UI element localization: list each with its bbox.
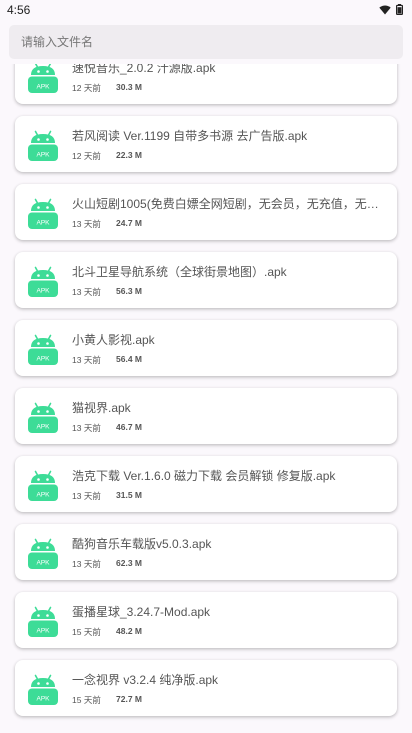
apk-file-icon: APK	[28, 198, 58, 229]
file-time: 13 天前	[72, 559, 101, 569]
apk-icon-label: APK	[36, 84, 50, 91]
file-time: 12 天前	[72, 83, 101, 93]
file-card[interactable]: APK 火山短剧1005(免费白嫖全网短剧，无会员，无充值，无广告).apk 13 …	[15, 184, 397, 240]
apk-file-icon: APK	[28, 334, 58, 365]
file-time: 13 天前	[72, 491, 101, 501]
file-name: 浩克下载 Ver.1.6.0 磁力下载 会员解锁 修复版.apk	[72, 469, 336, 483]
apk-icon-label: APK	[36, 696, 50, 703]
file-size: 24.7 M	[116, 218, 142, 228]
file-time: 13 天前	[72, 219, 101, 229]
apk-icon-label: APK	[36, 356, 50, 363]
search-bar	[0, 20, 412, 64]
apk-file-icon: APK	[28, 130, 58, 161]
file-name: 酷狗音乐车载版v5.0.3.apk	[72, 537, 212, 551]
battery-icon	[396, 4, 403, 15]
file-time: 15 天前	[72, 627, 101, 637]
file-size: 30.3 M	[116, 82, 142, 92]
file-time: 13 天前	[72, 355, 101, 365]
apk-file-icon: APK	[28, 538, 58, 569]
file-card[interactable]: APK 若风阅读 Ver.1199 自带多书源 去广告版.apk 12 天前 22.3…	[15, 116, 397, 172]
file-card[interactable]: APK 蛋播星球_3.24.7-Mod.apk 15 天前 48.2 M	[15, 592, 397, 648]
file-time: 13 天前	[72, 423, 101, 433]
wifi-icon	[379, 5, 391, 14]
file-card[interactable]: APK 一念视界 v3.2.4 纯净版.apk 15 天前 72.7 M	[15, 660, 397, 716]
file-size: 48.2 M	[116, 626, 142, 636]
apk-file-icon: APK	[28, 470, 58, 501]
file-card[interactable]: APK 浩克下载 Ver.1.6.0 磁力下载 会员解锁 修复版.apk 13 天前…	[15, 456, 397, 512]
apk-icon-label: APK	[36, 152, 50, 159]
file-size: 72.7 M	[116, 694, 142, 704]
file-size: 56.4 M	[116, 354, 142, 364]
apk-file-icon: APK	[28, 606, 58, 637]
apk-icon-label: APK	[36, 220, 50, 227]
file-name: 火山短剧1005(免费白嫖全网短剧，无会员，无充值，无广告).apk	[72, 197, 390, 211]
apk-file-icon: APK	[28, 674, 58, 705]
file-name: 蛋播星球_3.24.7-Mod.apk	[72, 605, 211, 619]
file-size: 62.3 M	[116, 558, 142, 568]
apk-icon-label: APK	[36, 560, 50, 567]
file-name: 小黄人影视.apk	[72, 333, 155, 347]
apk-icon-label: APK	[36, 288, 50, 295]
file-time: 15 天前	[72, 695, 101, 705]
file-size: 31.5 M	[116, 490, 142, 500]
apk-icon-label: APK	[36, 492, 50, 499]
file-time: 12 天前	[72, 151, 101, 161]
file-card[interactable]: APK 北斗卫星导航系统（全球街景地图）.apk 13 天前 56.3 M	[15, 252, 397, 308]
file-name: 一念视界 v3.2.4 纯净版.apk	[72, 673, 219, 687]
apk-file-icon: APK	[28, 62, 58, 93]
status-bar: 4:56	[0, 0, 412, 20]
status-time: 4:56	[7, 3, 31, 17]
apk-file-icon: APK	[28, 402, 58, 433]
file-card[interactable]: APK 小黄人影视.apk 13 天前 56.4 M	[15, 320, 397, 376]
file-size: 56.3 M	[116, 286, 142, 296]
file-size: 22.3 M	[116, 150, 142, 160]
file-time: 13 天前	[72, 287, 101, 297]
file-name: 若风阅读 Ver.1199 自带多书源 去广告版.apk	[72, 129, 308, 143]
apk-icon-label: APK	[36, 424, 50, 431]
file-card[interactable]: APK 猫视界.apk 13 天前 46.7 M	[15, 388, 397, 444]
file-size: 46.7 M	[116, 422, 142, 432]
file-card[interactable]: APK 酷狗音乐车载版v5.0.3.apk 13 天前 62.3 M	[15, 524, 397, 580]
status-icons	[379, 4, 403, 15]
apk-icon-label: APK	[36, 628, 50, 635]
search-input[interactable]	[21, 25, 391, 59]
search-box[interactable]	[9, 25, 403, 59]
apk-file-icon: APK	[28, 266, 58, 297]
file-name: 北斗卫星导航系统（全球街景地图）.apk	[72, 265, 287, 279]
file-name: 猫视界.apk	[72, 401, 131, 415]
